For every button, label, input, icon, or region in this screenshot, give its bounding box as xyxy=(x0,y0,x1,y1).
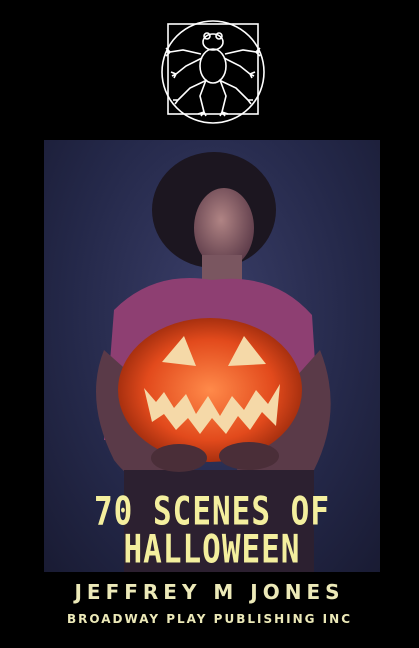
title-line-2: HALLOWEEN xyxy=(123,527,301,573)
author-name: JEFFREY M JONES xyxy=(74,580,345,604)
vitruvian-frog-icon xyxy=(161,20,265,124)
publisher-name: BROADWAY PLAY PUBLISHING INC xyxy=(67,612,352,626)
book-cover: 70 SCENES OF HALLOWEEN JEFFREY M JONES B… xyxy=(0,0,419,648)
